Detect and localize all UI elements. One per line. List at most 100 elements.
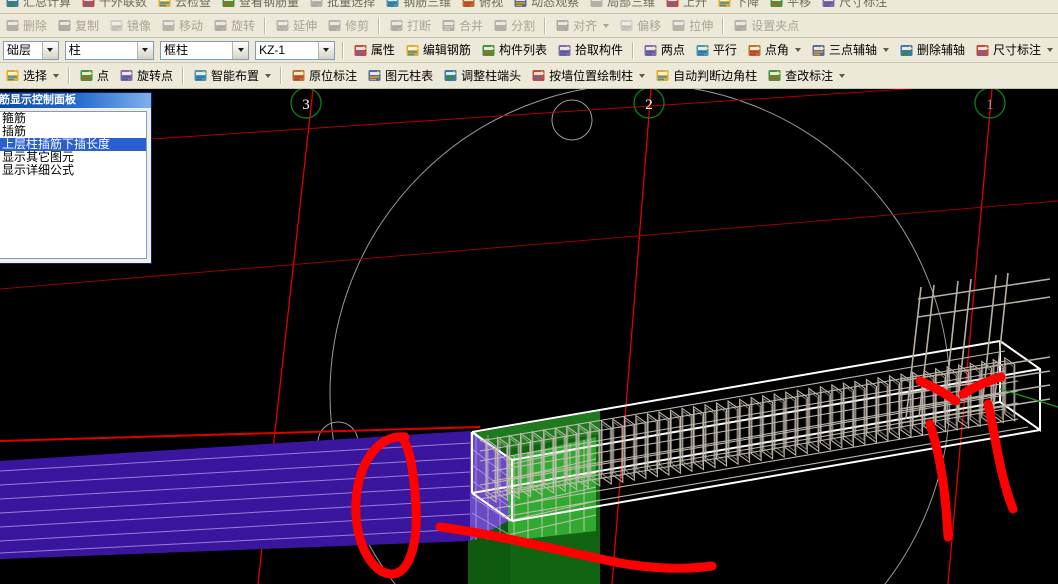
tool-edit-move: 移动: [156, 14, 208, 37]
tool-member-pick-member[interactable]: 拾取构件: [552, 38, 628, 62]
tool-top-orbit[interactable]: 动态观察: [508, 0, 584, 13]
tool-edit-label: 镜像: [127, 18, 152, 33]
check-edit-label-icon: [767, 68, 782, 83]
pick-member-icon: [557, 43, 572, 58]
tool-top-view-top[interactable]: 俯视: [456, 0, 508, 13]
chevron-down-icon[interactable]: [232, 41, 249, 59]
chevron-down-icon[interactable]: [794, 48, 801, 52]
tool-axis-dimension[interactable]: 尺寸标注: [970, 38, 1058, 62]
tool-axis-delete-axis[interactable]: 删除辅轴: [894, 38, 970, 62]
point-angle-icon: [747, 43, 762, 58]
tool-draw-adjust-column-end[interactable]: 调整柱端头: [438, 63, 526, 88]
chevron-down-icon[interactable]: [839, 73, 846, 78]
tool-edit-label: 打断: [407, 18, 432, 33]
tool-top-pan[interactable]: 平移: [764, 0, 816, 13]
tool-axis-three-point-axis[interactable]: 三点辅轴: [806, 38, 894, 62]
combo-type[interactable]: 框柱: [159, 40, 250, 60]
trim-icon: [327, 18, 342, 33]
tool-top-grid[interactable]: 十外联数: [76, 0, 152, 13]
tool-axis-label: 点角: [764, 43, 789, 57]
adjust-column-end-icon: [443, 68, 458, 83]
tool-edit-label: 设置夹点: [751, 18, 800, 33]
tool-draw-label: 选择: [23, 68, 48, 83]
panel-option-4[interactable]: 显示详细公式: [0, 164, 146, 177]
tool-top-up[interactable]: 上升: [660, 0, 712, 13]
chevron-down-icon[interactable]: [882, 48, 889, 52]
tool-top-label: 汇总计算: [23, 0, 72, 9]
tool-axis-label: 两点: [660, 43, 685, 57]
tool-edit-label: 删除: [23, 18, 48, 33]
beam-purple-solid: [0, 431, 512, 559]
grid-axis-2: [611, 89, 652, 584]
model-viewport[interactable]: 3 2 1: [0, 89, 1058, 584]
tool-edit-mirror: 镜像: [104, 14, 156, 37]
tool-draw-draw-column-by-wall[interactable]: 按墙位置绘制柱: [526, 63, 650, 88]
chevron-down-icon[interactable]: [603, 23, 610, 28]
calculator-icon: [5, 0, 20, 9]
tool-top-view-rebar[interactable]: 查看钢筋量: [216, 0, 304, 13]
tool-top-calculator[interactable]: 汇总计算: [0, 0, 76, 13]
tool-edit-label: 偏移: [637, 18, 662, 33]
pan-icon: [769, 0, 784, 9]
orbit-icon: [513, 0, 528, 9]
combo-floor[interactable]: 础层: [3, 40, 59, 60]
chevron-down-icon[interactable]: [41, 41, 58, 59]
delete-icon: [5, 18, 20, 33]
tool-member-properties[interactable]: 属性: [348, 38, 400, 62]
auto-corner-column-icon: [655, 68, 670, 83]
tool-top-local-3d: 局部三维: [584, 0, 660, 13]
tool-top-label: 批量选择: [327, 0, 376, 9]
panel-option-list[interactable]: 箍筋 插筋 上层柱插筋下插长度 显示其它图元 显示详细公式: [0, 111, 147, 259]
tool-axis-two-point[interactable]: 两点: [638, 38, 690, 62]
rebar-display-control-panel[interactable]: 筋显示控制面板 箍筋 插筋 上层柱插筋下插长度 显示其它图元 显示详细公式: [0, 92, 152, 264]
tool-draw-select[interactable]: 选择: [0, 63, 64, 88]
in-situ-label-icon: [291, 68, 306, 83]
tool-draw-label: 自动判断边角柱: [673, 68, 758, 83]
tool-edit-merge: 合并: [436, 14, 488, 37]
tool-edit-offset: 偏移: [614, 14, 666, 37]
tool-draw-rotate-point[interactable]: 旋转点: [114, 63, 178, 88]
element-column-table-icon: [367, 68, 382, 83]
chevron-down-icon[interactable]: [639, 73, 646, 78]
offset-icon: [619, 18, 634, 33]
tool-top-down[interactable]: 下降: [712, 0, 764, 13]
tool-member-label: 构件列表: [498, 43, 547, 57]
tool-draw-check-edit-label[interactable]: 查改标注: [762, 63, 850, 88]
tool-top-cloud-check[interactable]: 云检查: [152, 0, 216, 13]
tool-top-label: 钢筋三维: [403, 0, 452, 9]
tool-member-member-list[interactable]: 构件列表: [476, 38, 552, 62]
tool-axis-parallel[interactable]: 平行: [690, 38, 742, 62]
toolbar-separator: [182, 67, 185, 84]
tool-axis-label: 尺寸标注: [992, 43, 1041, 57]
tool-draw-point[interactable]: 点: [74, 63, 114, 88]
delete-axis-icon: [899, 43, 914, 58]
view-top-icon: [461, 0, 476, 9]
combo-member[interactable]: KZ-1: [255, 40, 335, 60]
cloud-check-icon: [157, 0, 172, 9]
chevron-down-icon[interactable]: [1046, 48, 1053, 52]
extend-icon: [275, 18, 290, 33]
tool-edit-split: 分割: [488, 14, 540, 37]
tool-top-rebar-3d[interactable]: 钢筋三维: [380, 0, 456, 13]
tool-edit-label: 修剪: [345, 18, 370, 33]
toolbar-row-top-clip: 汇总计算 十外联数 云检查 查看钢筋量 批量选择 钢筋三维 俯视 动态观察 局部三维 上升 下降 平移…: [0, 0, 1058, 13]
tool-draw-in-situ-label[interactable]: 原位标注: [286, 63, 362, 88]
chevron-down-icon[interactable]: [136, 41, 153, 59]
chevron-down-icon[interactable]: [317, 41, 334, 59]
tool-draw-auto-corner-column[interactable]: 自动判断边角柱: [650, 63, 762, 88]
tool-draw-element-column-table[interactable]: 图元柱表: [362, 63, 438, 88]
tool-top-batch-select: 批量选择: [304, 0, 380, 13]
chevron-down-icon[interactable]: [53, 73, 60, 78]
axis-label-3: 3: [302, 97, 310, 113]
combo-type-value: 框柱: [163, 42, 188, 57]
combo-category[interactable]: 柱: [64, 40, 154, 60]
tool-draw-smart-layout[interactable]: 智能布置: [188, 63, 276, 88]
tool-axis-point-angle[interactable]: 点角: [742, 38, 806, 62]
grid-axis-h2: [0, 200, 1058, 290]
tool-member-edit-rebar[interactable]: 编辑钢筋: [400, 38, 476, 62]
chevron-down-icon[interactable]: [265, 73, 272, 78]
toolbar-member: 础层 柱 框柱 KZ-1 属性 编辑钢筋 构件列表 拾取构件 两点 平行 点角 三点辅轴 删除辅轴 尺寸标…: [0, 38, 1058, 63]
tool-top-dim[interactable]: 尺寸标注: [816, 0, 892, 13]
tool-edit-label: 旋转: [231, 18, 256, 33]
tool-member-label: 拾取构件: [574, 43, 623, 57]
